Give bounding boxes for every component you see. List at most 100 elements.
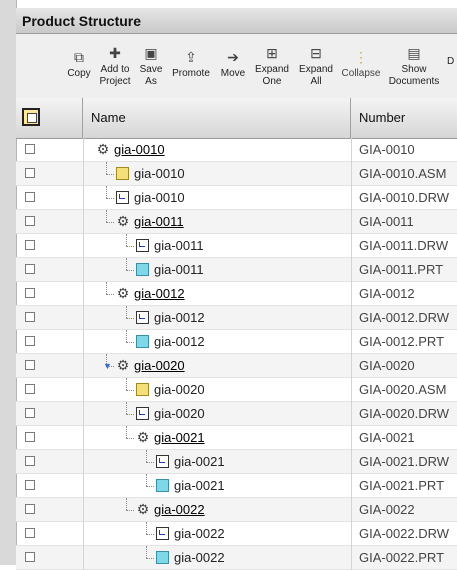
table-row[interactable]: gia-0010 GIA-0010.ASM — [16, 162, 457, 186]
row-checkbox[interactable] — [25, 216, 35, 226]
table-row[interactable]: gia-0012 GIA-0012.PRT — [16, 330, 457, 354]
row-checkbox[interactable] — [25, 264, 35, 274]
row-checkbox[interactable] — [25, 360, 35, 370]
promote-button[interactable]: ⇪ Promote — [170, 48, 212, 80]
tree-connector — [126, 258, 127, 270]
table-row[interactable]: gia-0021 GIA-0021.DRW — [16, 450, 457, 474]
item-name[interactable]: gia-0010 — [114, 138, 165, 162]
table-row[interactable]: gia-0021 GIA-0021.PRT — [16, 474, 457, 498]
column-divider — [83, 210, 84, 234]
item-name[interactable]: gia-0012 — [134, 282, 185, 306]
table-row[interactable]: ⚙ gia-0010 GIA-0010 — [16, 138, 457, 162]
item-number: GIA-0011 — [359, 214, 414, 229]
tree-connector — [106, 222, 114, 223]
table-row[interactable]: gia-0022 GIA-0022.DRW — [16, 522, 457, 546]
table-row[interactable]: gia-0022 GIA-0022.PRT — [16, 546, 457, 570]
gear-icon: ⚙ — [116, 213, 130, 229]
item-number: GIA-0020.DRW — [359, 406, 450, 421]
tree-connector — [126, 378, 127, 390]
row-checkbox[interactable] — [25, 384, 35, 394]
item-name: gia-0021 — [174, 478, 225, 493]
item-number: GIA-0010.ASM — [359, 166, 447, 181]
more-button[interactable]: D — [447, 56, 457, 68]
expanded-arrow-icon[interactable]: ▼ — [103, 361, 112, 371]
collapse-button[interactable]: ⋮ Collapse — [340, 48, 382, 80]
item-number: GIA-0021.DRW — [359, 454, 450, 469]
row-checkbox[interactable] — [25, 240, 35, 250]
show-documents-button[interactable]: ▤ Show Documents — [387, 44, 441, 88]
select-all-checkbox[interactable] — [22, 108, 40, 126]
row-checkbox[interactable] — [25, 528, 35, 538]
name-column-header[interactable]: Name — [83, 98, 351, 138]
item-name[interactable]: gia-0020 — [134, 354, 185, 378]
tree-connector — [106, 162, 107, 174]
row-checkbox[interactable] — [25, 408, 35, 418]
item-name: gia-0012 — [154, 334, 205, 349]
row-checkbox[interactable] — [25, 504, 35, 514]
expand-one-button[interactable]: ⊞ Expand One — [252, 44, 292, 88]
drawing-icon — [156, 455, 169, 468]
table-row[interactable]: ⚙ gia-0012 GIA-0012 — [16, 282, 457, 306]
row-checkbox[interactable] — [25, 168, 35, 178]
expand-one-label: Expand One — [255, 64, 289, 87]
number-column-header[interactable]: Number — [351, 98, 457, 138]
expand-all-label: Expand All — [299, 64, 333, 87]
column-divider — [83, 282, 84, 306]
row-checkbox[interactable] — [25, 312, 35, 322]
tree-connector — [146, 462, 154, 463]
row-checkbox[interactable] — [25, 456, 35, 466]
item-number: GIA-0012 — [359, 286, 415, 301]
table-row[interactable]: gia-0010 GIA-0010.DRW — [16, 186, 457, 210]
expand-all-button[interactable]: ⊟ Expand All — [296, 44, 336, 88]
column-divider — [351, 330, 352, 354]
row-checkbox[interactable] — [25, 288, 35, 298]
drawing-icon — [136, 239, 149, 252]
table-row[interactable]: gia-0011 GIA-0011.DRW — [16, 234, 457, 258]
item-name[interactable]: gia-0011 — [134, 210, 184, 234]
row-checkbox[interactable] — [25, 552, 35, 562]
copy-button[interactable]: ⧉ Copy — [65, 48, 93, 80]
tree-connector — [106, 198, 114, 199]
tree-connector — [126, 414, 134, 415]
save-as-button[interactable]: ▣ Save As — [136, 44, 166, 88]
table-row[interactable]: ⚙ gia-0021 GIA-0021 — [16, 426, 457, 450]
row-checkbox[interactable] — [25, 192, 35, 202]
item-number: GIA-0012.DRW — [359, 310, 450, 325]
item-name: gia-0021 — [174, 454, 225, 469]
table-row[interactable]: gia-0011 GIA-0011.PRT — [16, 258, 457, 282]
gear-icon: ⚙ — [136, 429, 150, 445]
table-row[interactable]: gia-0020 GIA-0020.DRW — [16, 402, 457, 426]
item-name: gia-0020 — [154, 382, 205, 397]
item-name: gia-0010 — [134, 166, 185, 181]
row-checkbox[interactable] — [25, 480, 35, 490]
item-name: gia-0020 — [154, 406, 205, 421]
tree-connector — [106, 186, 107, 198]
column-divider — [351, 546, 352, 570]
column-divider — [351, 354, 352, 378]
tree-connector — [106, 294, 114, 295]
more-label: D — [447, 56, 455, 67]
column-divider — [83, 378, 84, 402]
drawing-icon — [156, 527, 169, 540]
item-name: gia-0022 — [174, 526, 225, 541]
tree-connector — [126, 318, 134, 319]
table-row[interactable]: ▼ ⚙ gia-0020 GIA-0020 — [16, 354, 457, 378]
expand-all-icon: ⊟ — [310, 45, 322, 61]
row-checkbox[interactable] — [25, 432, 35, 442]
table-header: Name Number — [16, 98, 457, 139]
add-to-project-button[interactable]: ✚ Add to Project — [97, 44, 133, 88]
column-divider — [351, 258, 352, 282]
table-row[interactable]: ⚙ gia-0011 GIA-0011 — [16, 210, 457, 234]
item-number: GIA-0012.PRT — [359, 334, 445, 349]
item-name[interactable]: gia-0021 — [154, 426, 205, 450]
tree-connector — [146, 450, 147, 462]
row-checkbox[interactable] — [25, 336, 35, 346]
item-name[interactable]: gia-0022 — [154, 498, 205, 522]
add-to-project-icon: ✚ — [109, 45, 121, 61]
row-checkbox[interactable] — [25, 144, 35, 154]
move-button[interactable]: ➔ Move — [217, 48, 249, 80]
table-row[interactable]: gia-0020 GIA-0020.ASM — [16, 378, 457, 402]
table-row[interactable]: gia-0012 GIA-0012.DRW — [16, 306, 457, 330]
item-name: gia-0012 — [154, 310, 205, 325]
table-row[interactable]: ⚙ gia-0022 GIA-0022 — [16, 498, 457, 522]
